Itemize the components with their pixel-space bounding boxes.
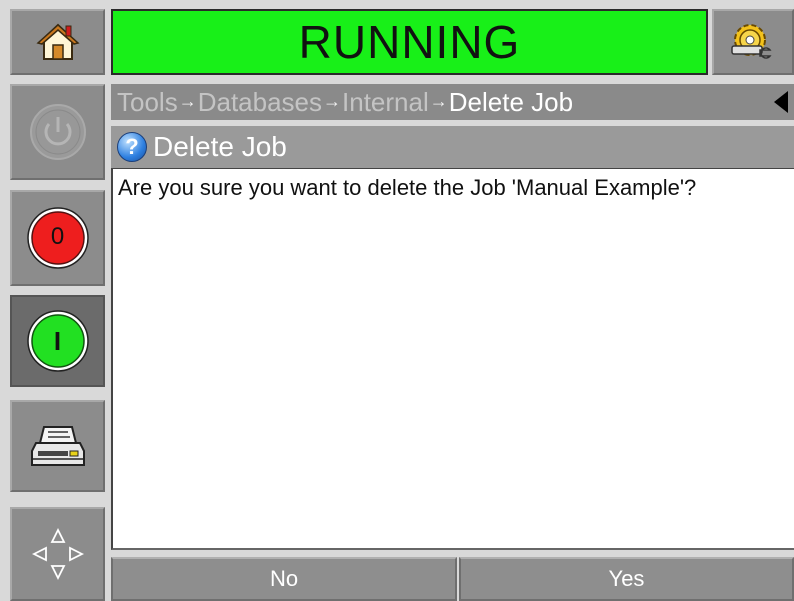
dialog-title: Delete Job xyxy=(153,131,287,162)
stop-button[interactable]: 0 xyxy=(10,190,105,286)
start-button-label: I xyxy=(53,326,62,356)
no-button[interactable]: No xyxy=(111,557,457,601)
confirmation-message: Are you sure you want to delete the Job … xyxy=(118,175,697,200)
settings-button[interactable] xyxy=(712,9,794,75)
navigation-button[interactable] xyxy=(10,507,105,601)
settings-icon xyxy=(731,24,772,59)
home-icon xyxy=(35,23,80,60)
dialog-header: ? Delete Job xyxy=(111,126,794,168)
start-button[interactable]: I xyxy=(10,295,105,387)
navigation-icon xyxy=(31,527,84,581)
breadcrumb-separator: → xyxy=(323,90,342,111)
dialog-content: Are you sure you want to delete the Job … xyxy=(111,168,794,550)
power-button[interactable] xyxy=(10,84,105,180)
no-button-label: No xyxy=(269,566,299,591)
yes-button-label: Yes xyxy=(608,566,645,591)
breadcrumb-separator: → xyxy=(429,90,448,111)
status-bar: RUNNING xyxy=(111,9,708,75)
breadcrumb-item-tools[interactable]: Tools xyxy=(117,87,178,118)
power-icon xyxy=(29,104,86,160)
help-icon[interactable]: ? xyxy=(117,132,147,162)
breadcrumb-separator: → xyxy=(178,90,197,111)
back-arrow-icon[interactable] xyxy=(774,91,788,113)
breadcrumb-current: Delete Job xyxy=(448,86,574,117)
home-button[interactable] xyxy=(10,9,105,75)
breadcrumb-item-databases[interactable]: Databases xyxy=(198,87,322,118)
printer-icon xyxy=(30,426,85,466)
stop-button-label: 0 xyxy=(50,223,65,250)
breadcrumb: Tools → Databases → Internal → Delete Jo… xyxy=(111,84,794,120)
breadcrumb-item-internal[interactable]: Internal xyxy=(342,87,429,118)
status-text: RUNNING xyxy=(298,16,521,68)
yes-button[interactable]: Yes xyxy=(459,557,794,601)
print-button[interactable] xyxy=(10,400,105,492)
